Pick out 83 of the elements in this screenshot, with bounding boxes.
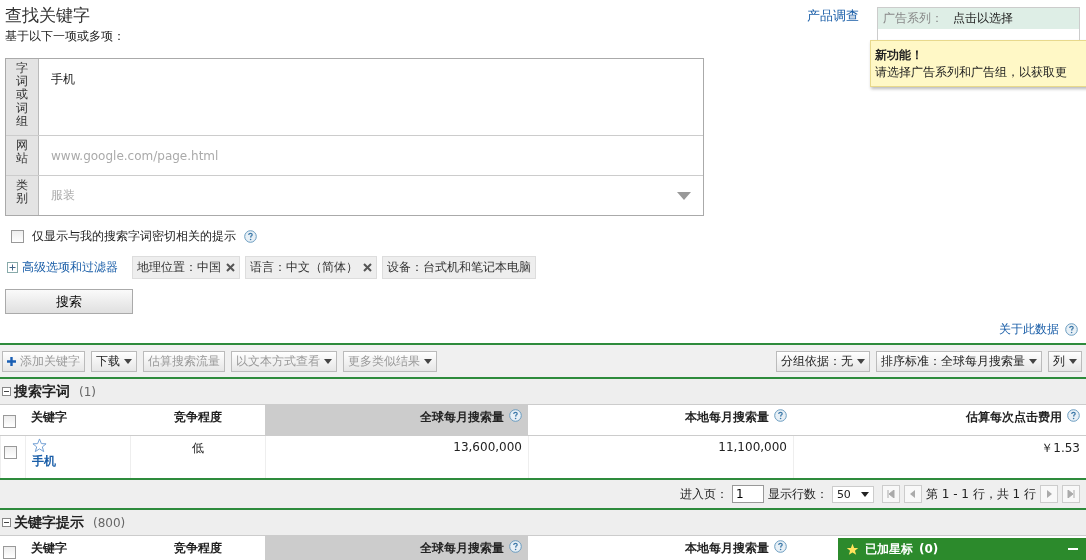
- table-cell: 低: [130, 436, 265, 478]
- filter-chip[interactable]: 设备：台式机和笔记本电脑: [382, 256, 536, 279]
- column-header[interactable]: 竞争程度: [130, 536, 265, 560]
- advanced-options-link[interactable]: 高级选项和过滤器: [22, 259, 118, 276]
- menu-button[interactable]: 列: [1048, 351, 1082, 372]
- star-icon: [846, 542, 859, 556]
- column-header[interactable]: 估算每次点击费用: [793, 405, 1086, 435]
- caret-icon: [424, 359, 432, 364]
- column-header[interactable]: 竞争程度: [130, 405, 265, 435]
- remove-icon[interactable]: [363, 263, 372, 272]
- dropdown-arrow-icon: [677, 191, 691, 200]
- checkbox[interactable]: [3, 415, 16, 428]
- expand-icon[interactable]: [7, 262, 18, 273]
- starred-label: 已加星标: [865, 540, 913, 558]
- star-icon[interactable]: [32, 438, 47, 453]
- checkbox[interactable]: [11, 230, 24, 243]
- caret-icon: [324, 359, 332, 364]
- starred-count: (0): [919, 542, 939, 556]
- column-header[interactable]: 全球每月搜索量: [265, 405, 528, 435]
- count: (800): [93, 516, 126, 530]
- table-cell: 13,600,000: [265, 436, 528, 478]
- checkbox-label: 仅显示与我的搜索字词密切相关的提示: [32, 228, 236, 245]
- first-page-icon: [886, 490, 895, 498]
- column-header[interactable]: 全球每月搜索量: [265, 536, 528, 560]
- help-icon[interactable]: [774, 409, 787, 422]
- help-icon[interactable]: [774, 540, 787, 553]
- column-header[interactable]: 本地每月搜索量: [528, 405, 793, 435]
- first-page-button[interactable]: [881, 485, 900, 503]
- field-label: 网站: [6, 136, 39, 175]
- campaign-label: 广告系列：: [883, 10, 943, 27]
- keyword-link[interactable]: 手机: [32, 453, 124, 470]
- count: (1): [79, 385, 96, 399]
- rows-label: 显示行数：: [767, 485, 828, 503]
- caret-icon: [1029, 359, 1037, 364]
- page-range: 第 1 - 1 行，共 1 行: [925, 485, 1036, 503]
- search-button[interactable]: 搜索: [5, 289, 133, 314]
- rows-dropdown[interactable]: 50: [831, 485, 874, 503]
- field-label: 类别: [6, 176, 39, 215]
- table-cell: ￥1.53: [793, 436, 1086, 478]
- filter-chip[interactable]: 地理位置：中国: [132, 256, 240, 279]
- collapse-icon[interactable]: [2, 518, 11, 527]
- menu-button[interactable]: 下载: [91, 351, 137, 372]
- right-arrow-icon: [1045, 490, 1053, 498]
- help-icon[interactable]: [509, 540, 522, 553]
- checkbox[interactable]: [4, 446, 17, 459]
- page-label: 进入页：: [679, 485, 728, 503]
- campaign-value[interactable]: 点击以选择: [953, 10, 1013, 27]
- plus-icon: [7, 357, 16, 366]
- help-icon[interactable]: [1067, 409, 1080, 422]
- help-icon[interactable]: [509, 409, 522, 422]
- field-label: 字词或词组: [6, 59, 39, 135]
- tooltip-text: 请选择广告系列和广告组，以获取更: [875, 64, 1068, 81]
- help-icon[interactable]: [244, 230, 257, 243]
- column-header[interactable]: 关键字: [25, 536, 130, 560]
- last-page-button[interactable]: [1062, 485, 1080, 503]
- column-header[interactable]: 关键字: [25, 405, 130, 435]
- caret-icon: [860, 491, 869, 497]
- caret-icon: [1069, 359, 1077, 364]
- menu-button[interactable]: 排序标准：全球每月搜索量: [876, 351, 1042, 372]
- previous-page-button[interactable]: [903, 485, 922, 503]
- remove-icon[interactable]: [226, 263, 235, 272]
- survey-link[interactable]: 产品调查: [807, 7, 859, 25]
- filter-chip[interactable]: 语言：中文（简体）: [245, 256, 377, 279]
- checkbox[interactable]: [3, 546, 16, 559]
- table-cell: 11,100,000: [528, 436, 793, 478]
- keyword-search-form[interactable]: 字词或词组 手机 网站 www.google.com/page.html 类别 服装: [5, 58, 704, 216]
- section-title: 搜索字词: [14, 383, 70, 401]
- menu-button[interactable]: 分组依据：无: [776, 351, 870, 372]
- caret-icon: [124, 359, 132, 364]
- column-header[interactable]: 本地每月搜索量: [528, 536, 793, 560]
- help-icon[interactable]: [1065, 323, 1078, 336]
- starred-panel[interactable]: 已加星标 (0): [838, 538, 1086, 560]
- last-page-icon: [1067, 490, 1075, 498]
- page-title: 查找关键字: [5, 4, 91, 27]
- next-page-button[interactable]: [1040, 485, 1058, 503]
- caret-icon: [857, 359, 865, 364]
- about-data-link[interactable]: 关于此数据: [999, 321, 1059, 338]
- section-title: 关键字提示: [14, 514, 84, 532]
- left-arrow-icon: [908, 490, 917, 498]
- tooltip-title: 新功能！: [875, 47, 924, 64]
- collapse-icon[interactable]: [2, 387, 11, 396]
- subtitle: 基于以下一项或多项：: [5, 28, 126, 45]
- page-input[interactable]: 1: [731, 485, 764, 503]
